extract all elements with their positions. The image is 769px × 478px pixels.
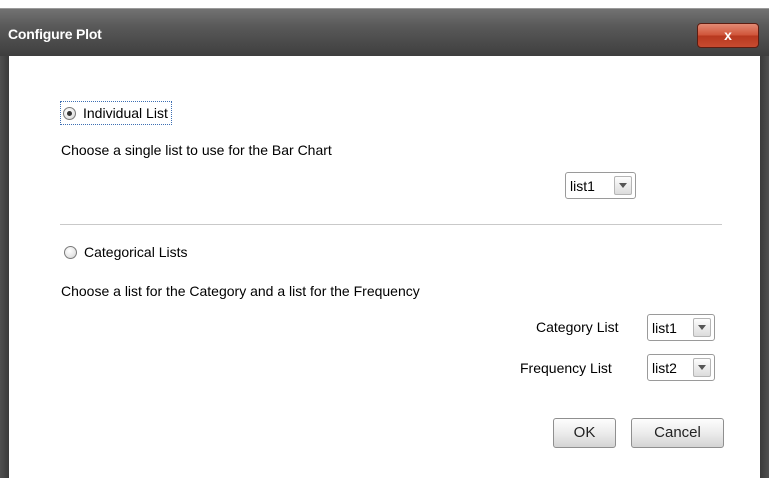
window-frame-left (0, 56, 9, 478)
frequency-list-label: Frequency List (520, 360, 612, 376)
individual-list-radio[interactable]: Individual List (60, 101, 172, 125)
title-bar: Configure Plot x (0, 8, 769, 56)
individual-list-label: Individual List (83, 105, 168, 121)
configure-plot-dialog: Configure Plot x Individual List Choose … (0, 0, 769, 478)
close-icon: x (724, 27, 732, 43)
radio-selected-icon (63, 106, 76, 120)
section-divider (60, 224, 722, 225)
ok-button[interactable]: OK (553, 418, 616, 448)
categorical-lists-label: Categorical Lists (84, 244, 188, 260)
categorical-lists-description: Choose a list for the Category and a lis… (61, 283, 420, 299)
chevron-down-icon (693, 318, 711, 337)
frequency-list-select[interactable]: list2 (647, 354, 715, 381)
frequency-list-select-value: list2 (652, 359, 677, 376)
close-button[interactable]: x (697, 23, 759, 48)
cancel-button[interactable]: Cancel (631, 418, 724, 448)
category-list-label: Category List (536, 319, 619, 335)
categorical-lists-radio[interactable]: Categorical Lists (64, 240, 188, 264)
chevron-down-icon (693, 358, 711, 377)
individual-list-description: Choose a single list to use for the Bar … (61, 142, 332, 158)
radio-unselected-icon (64, 245, 77, 259)
individual-list-select[interactable]: list1 (565, 172, 636, 199)
dialog-title: Configure Plot (8, 26, 102, 42)
category-list-select-value: list1 (652, 319, 677, 336)
dialog-content: Individual List Choose a single list to … (9, 56, 760, 478)
chevron-down-icon (614, 176, 632, 195)
window-frame-right (760, 56, 769, 478)
category-list-select[interactable]: list1 (647, 314, 715, 341)
individual-list-select-value: list1 (570, 177, 595, 194)
